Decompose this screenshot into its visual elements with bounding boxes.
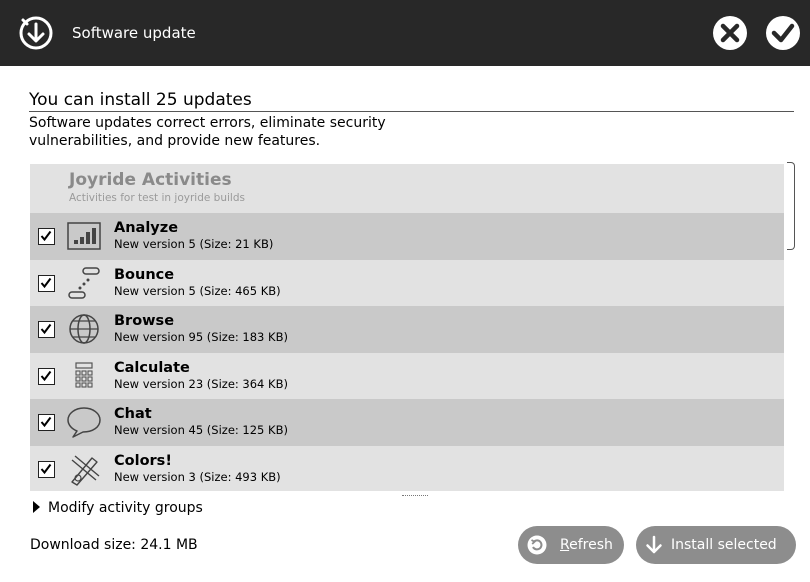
activity-version: New version 23 (Size: 364 KB) — [114, 376, 288, 391]
modify-activity-groups-expander[interactable]: Modify activity groups — [33, 500, 203, 516]
chat-icon — [67, 407, 101, 438]
updates-description: Software updates correct errors, elimina… — [29, 115, 386, 149]
download-size: Download size: 24.1 MB — [30, 537, 198, 553]
bounce-icon — [68, 266, 100, 299]
update-checkbox[interactable] — [38, 228, 55, 245]
refresh-label: Refresh — [560, 537, 613, 553]
activity-name: Bounce — [114, 266, 175, 283]
update-row-calculate[interactable]: Calculate New version 23 (Size: 364 KB) — [30, 352, 784, 399]
activity-version: New version 5 (Size: 465 KB) — [114, 283, 281, 298]
install-selected-label: Install selected — [671, 537, 777, 553]
update-row-browse[interactable]: Browse New version 95 (Size: 183 KB) — [30, 306, 784, 353]
activity-name: Calculate — [114, 359, 190, 376]
download-arrow-icon — [646, 535, 662, 554]
refresh-icon — [527, 535, 547, 555]
list-scrollbar[interactable] — [787, 162, 795, 250]
activity-name: Browse — [114, 313, 175, 329]
check-mark-icon — [40, 416, 52, 428]
check-mark-icon — [40, 230, 52, 242]
checkmark-icon — [766, 16, 800, 50]
update-row-colors[interactable]: Colors! New version 3 (Size: 493 KB) — [30, 445, 784, 491]
activity-version: New version 5 (Size: 21 KB) — [114, 237, 274, 251]
activity-version: New version 3 (Size: 493 KB) — [114, 469, 281, 484]
analyze-icon — [67, 222, 101, 250]
refresh-button[interactable]: Refresh — [518, 526, 624, 564]
activity-name: Analyze — [114, 220, 179, 236]
check-mark-icon — [40, 323, 52, 335]
updates-heading: You can install 25 updates — [29, 90, 252, 110]
close-icon — [713, 16, 747, 50]
group-subtitle: Activities for test in joyride builds — [69, 192, 245, 204]
colors-icon — [71, 454, 100, 486]
install-selected-button[interactable]: Install selected — [636, 526, 796, 564]
update-row-chat[interactable]: Chat New version 45 (Size: 125 KB) — [30, 399, 784, 446]
check-mark-icon — [40, 277, 52, 288]
window-title: Software update — [72, 24, 196, 42]
group-header: Joyride Activities Activities for test i… — [30, 164, 784, 213]
titlebar: Software update — [0, 0, 810, 66]
list-resize-grip[interactable] — [402, 495, 428, 497]
update-checkbox[interactable] — [38, 321, 55, 338]
heading-divider — [29, 111, 794, 112]
update-checkbox[interactable] — [38, 367, 55, 385]
activity-version: New version 45 (Size: 125 KB) — [114, 423, 288, 437]
cancel-button[interactable] — [712, 15, 748, 51]
update-checkbox[interactable] — [38, 460, 55, 478]
modify-groups-label: Modify activity groups — [48, 500, 203, 516]
confirm-button[interactable] — [765, 15, 801, 51]
group-title: Joyride Activities — [69, 170, 232, 190]
expander-triangle-icon — [33, 501, 40, 513]
update-row-bounce[interactable]: Bounce New version 5 (Size: 465 KB) — [30, 259, 784, 306]
update-checkbox[interactable] — [38, 414, 55, 431]
activity-name: Chat — [114, 406, 152, 422]
browse-icon — [69, 314, 99, 344]
update-checkbox[interactable] — [38, 274, 55, 292]
activity-name: Colors! — [114, 452, 172, 469]
check-mark-icon — [40, 463, 52, 474]
check-mark-icon — [40, 370, 52, 381]
update-row-analyze[interactable]: Analyze New version 5 (Size: 21 KB) — [30, 213, 784, 260]
calculate-icon — [75, 361, 93, 388]
activity-version: New version 95 (Size: 183 KB) — [114, 330, 288, 344]
software-update-icon — [19, 16, 53, 50]
update-list[interactable]: Joyride Activities Activities for test i… — [30, 164, 784, 491]
